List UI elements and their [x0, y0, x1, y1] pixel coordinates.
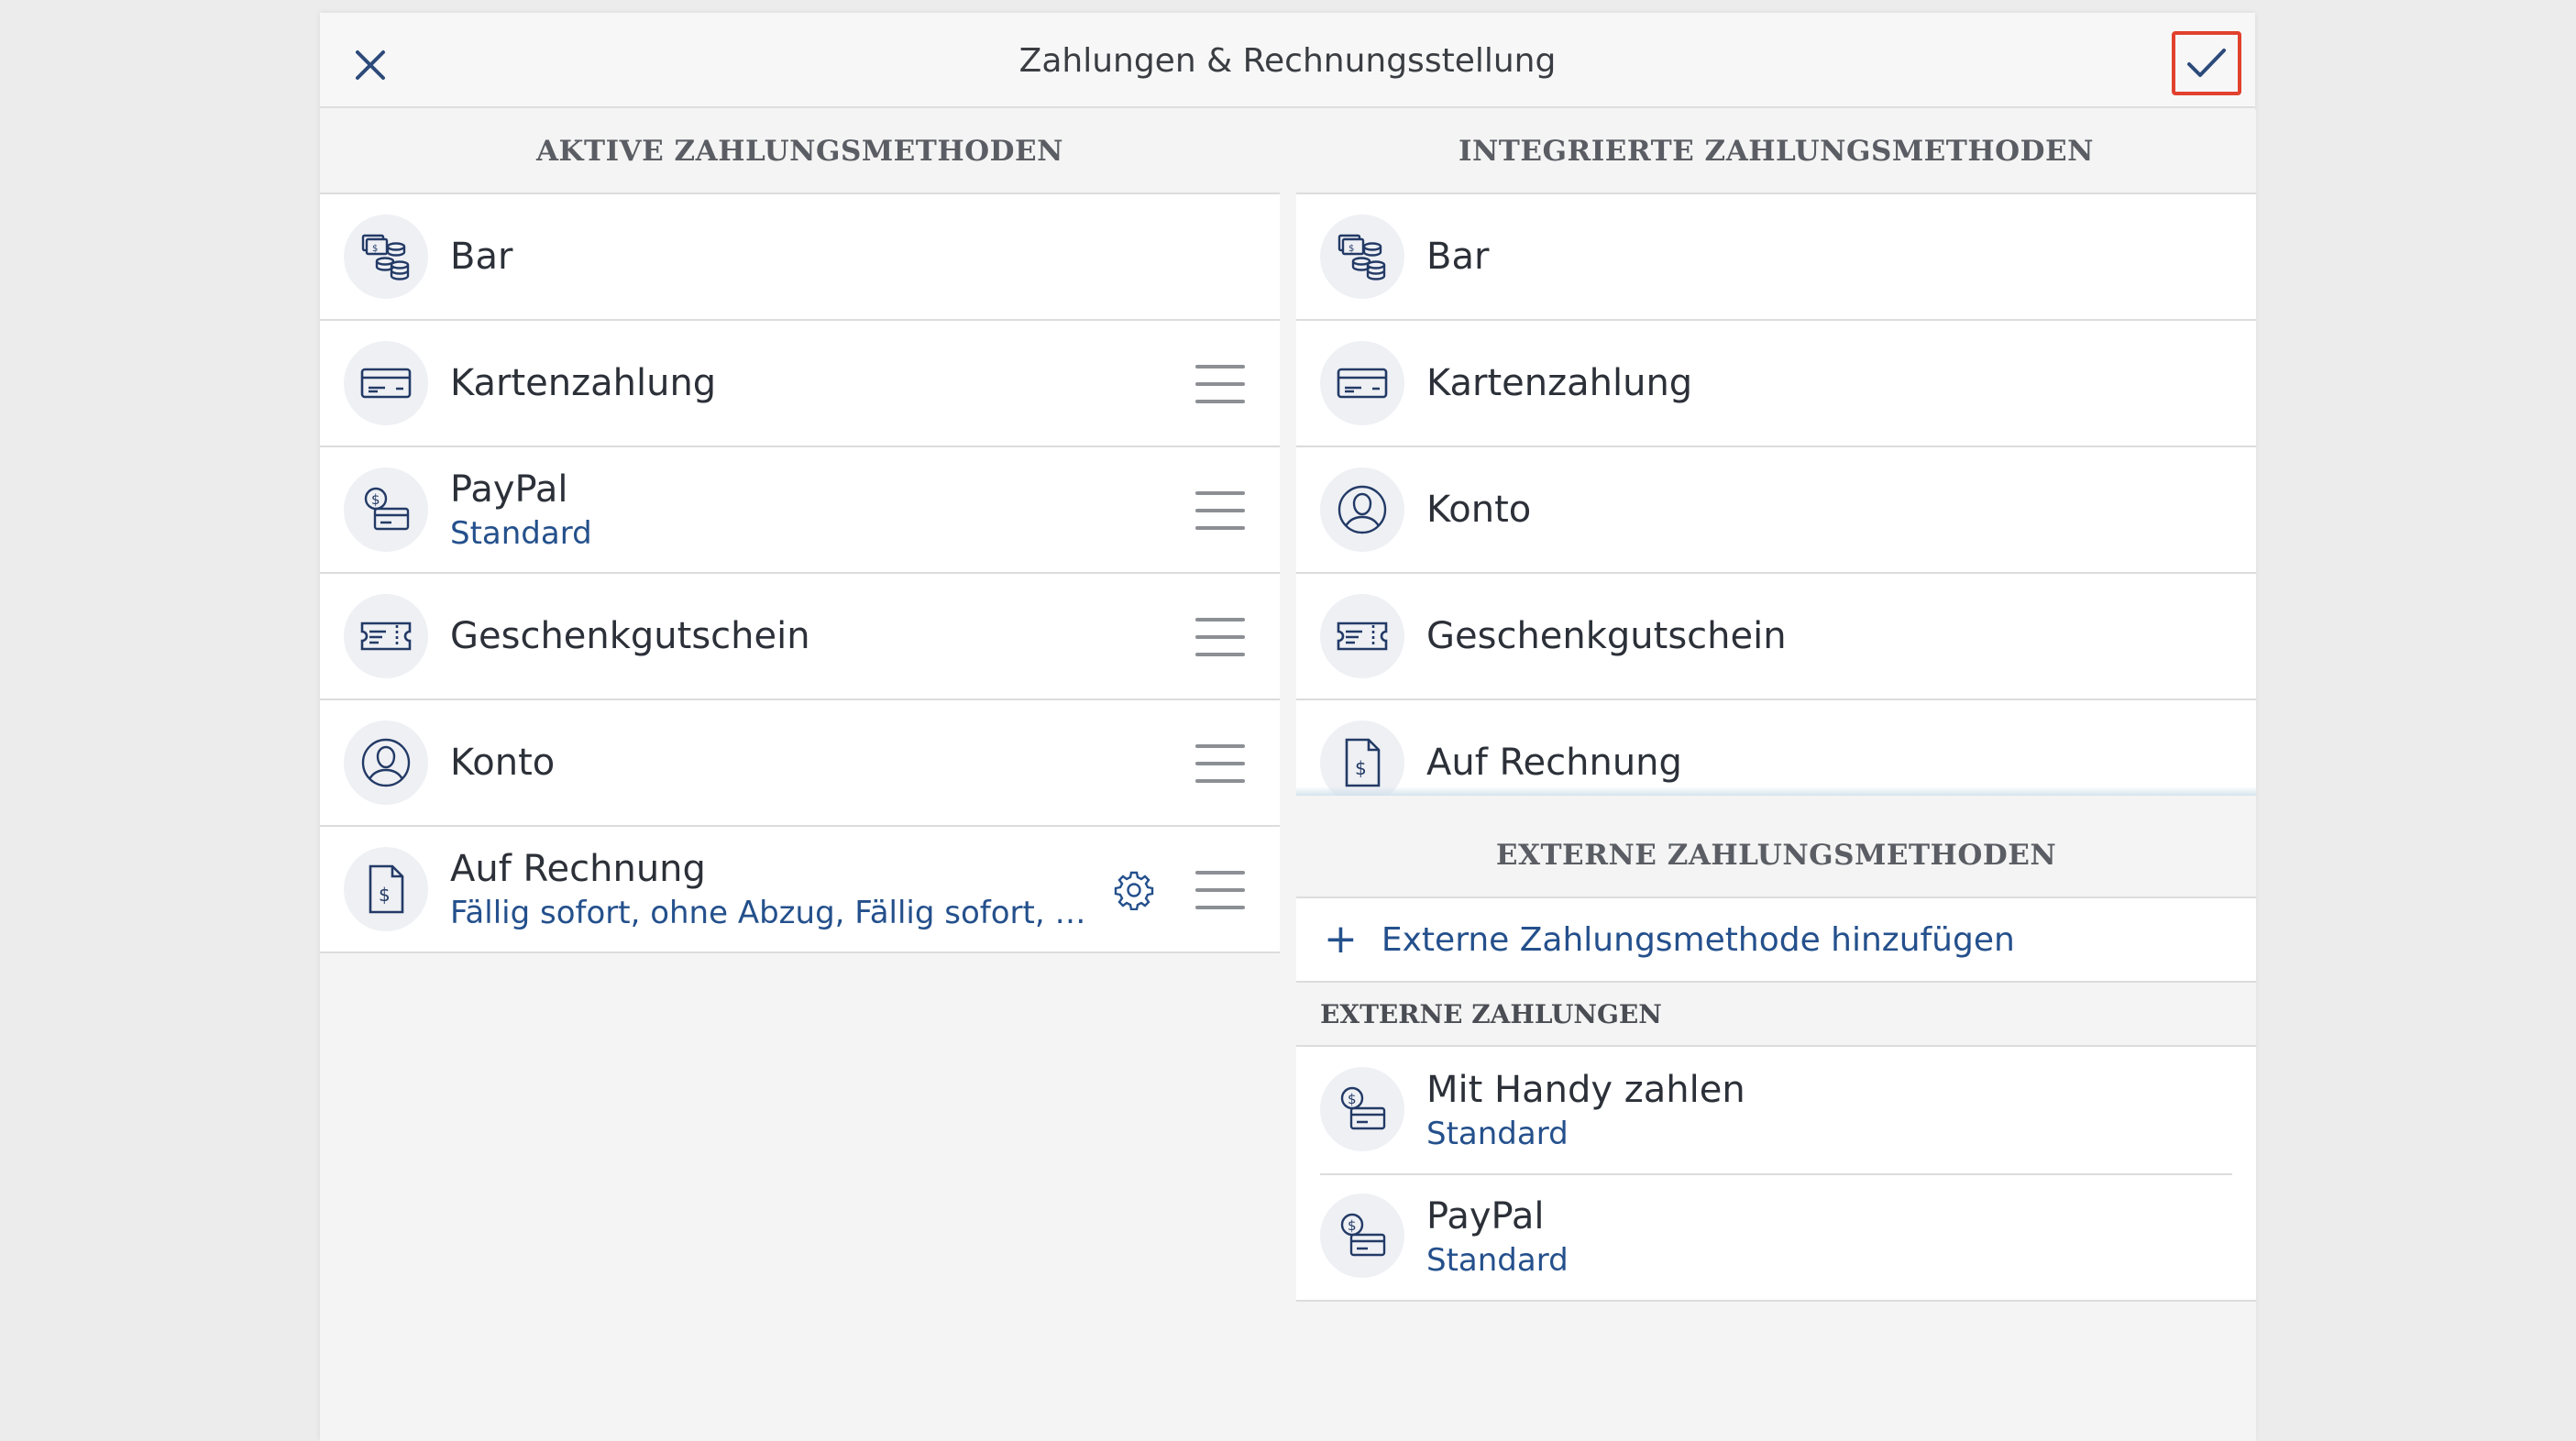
close-button[interactable] — [338, 33, 402, 97]
drag-handle-icon[interactable] — [1195, 871, 1245, 909]
person-icon — [344, 720, 428, 805]
row-text: Auf Rechnung Fällig sofort, ohne Abzug, F… — [450, 827, 1087, 952]
voucher-icon — [1320, 594, 1404, 678]
row-text: Mit Handy zahlen Standard — [1426, 1047, 2146, 1173]
dollar-card-icon: $ — [1320, 1194, 1404, 1278]
method-title: Kartenzahlung — [1426, 362, 1693, 404]
confirm-button[interactable] — [2172, 31, 2241, 95]
add-external-method-label: Externe Zahlungsmethode hinzufügen — [1381, 920, 2015, 959]
dialog-header: Zahlungen & Rechnungsstellung — [320, 13, 2255, 108]
svg-text:$: $ — [1355, 757, 1367, 779]
method-title: PayPal — [1426, 1195, 1545, 1238]
row-text: Auf Rechnung — [1426, 700, 2146, 796]
close-icon — [352, 47, 389, 83]
active-method-auf-rechnung[interactable]: $ Auf Rechnung Fällig sofort, ohne Abzug,… — [320, 827, 1280, 953]
method-subtitle: Fällig sofort, ohne Abzug, Fällig sofort… — [450, 895, 1087, 931]
dollar-card-icon: $ — [1320, 1067, 1404, 1151]
method-title: Konto — [1426, 489, 1532, 531]
external-payments-header: EXTERNE ZAHLUNGEN — [1296, 983, 2256, 1047]
method-title: Bar — [450, 236, 513, 278]
drag-handle-icon[interactable] — [1195, 744, 1245, 783]
active-method-kartenzahlung[interactable]: Kartenzahlung — [320, 321, 1280, 447]
row-text: Geschenkgutschein — [1426, 574, 2146, 698]
row-text: Geschenkgutschein — [450, 574, 1096, 698]
drag-handle-icon[interactable] — [1195, 491, 1245, 530]
drag-handle-icon[interactable] — [1195, 365, 1245, 403]
row-text: Konto — [450, 700, 1096, 825]
integrated-method-auf-rechnung[interactable]: $ Auf Rechnung — [1296, 700, 2256, 796]
integrated-method-kartenzahlung[interactable]: Kartenzahlung — [1296, 321, 2256, 447]
external-payment-mit-handy-zahlen[interactable]: $ Mit Handy zahlen Standard — [1296, 1047, 2256, 1173]
available-methods-panel: INTEGRIERTE ZAHLUNGSMETHODEN $ Bar Karte… — [1296, 110, 2256, 1441]
gear-icon[interactable] — [1113, 869, 1155, 911]
drag-handle-icon[interactable] — [1195, 618, 1245, 656]
row-text: Bar — [450, 194, 1096, 319]
integrated-methods-header: INTEGRIERTE ZAHLUNGSMETHODEN — [1296, 110, 2256, 194]
row-text: PayPal Standard — [1426, 1173, 2146, 1300]
dialog-title: Zahlungen & Rechnungsstellung — [1018, 41, 1557, 80]
svg-text:$: $ — [1349, 244, 1354, 254]
invoice-icon: $ — [1320, 720, 1404, 796]
active-method-bar[interactable]: $ Bar — [320, 194, 1280, 321]
cash-icon: $ — [344, 214, 428, 299]
row-text: Kartenzahlung — [1426, 321, 2146, 446]
integrated-methods-list[interactable]: $ Bar Kartenzahlung Konto Geschenkgutsch… — [1296, 194, 2256, 796]
method-title: PayPal — [450, 468, 568, 511]
method-title: Kartenzahlung — [450, 362, 717, 404]
checkmark-icon — [2185, 45, 2228, 82]
integrated-method-bar[interactable]: $ Bar — [1296, 194, 2256, 321]
plus-icon: + — [1324, 916, 1358, 962]
method-title: Konto — [450, 742, 556, 784]
integrated-method-konto[interactable]: Konto — [1296, 447, 2256, 574]
person-icon — [1320, 468, 1404, 552]
external-payment-paypal[interactable]: $ PayPal Standard — [1296, 1173, 2256, 1300]
add-external-method-button[interactable]: + Externe Zahlungsmethode hinzufügen — [1296, 898, 2256, 983]
active-methods-panel: AKTIVE ZAHLUNGSMETHODEN $ Bar Kartenzahl… — [320, 110, 1280, 1441]
svg-text:$: $ — [372, 244, 378, 254]
cash-icon: $ — [1320, 214, 1404, 299]
method-title: Auf Rechnung — [450, 848, 706, 890]
method-title: Mit Handy zahlen — [1426, 1069, 1745, 1111]
method-title: Geschenkgutschein — [1426, 615, 1787, 657]
dollar-card-icon: $ — [344, 468, 428, 552]
row-text: PayPal Standard — [450, 447, 1096, 572]
row-text: Bar — [1426, 194, 2146, 319]
method-subtitle: Standard — [1426, 1242, 1569, 1279]
svg-text:$: $ — [1348, 1091, 1357, 1107]
method-title: Bar — [1426, 236, 1490, 278]
card-icon — [1320, 341, 1404, 425]
svg-text:$: $ — [379, 884, 391, 906]
svg-text:$: $ — [1348, 1217, 1357, 1234]
active-method-paypal[interactable]: $ PayPal Standard — [320, 447, 1280, 574]
active-method-konto[interactable]: Konto — [320, 700, 1280, 827]
method-subtitle: Standard — [450, 515, 592, 552]
active-methods-list: $ Bar Kartenzahlung $ PayPal Standard Ges… — [320, 194, 1280, 953]
payments-dialog: Zahlungen & Rechnungsstellung AKTIVE ZAH… — [320, 13, 2256, 1441]
card-icon — [344, 341, 428, 425]
invoice-icon: $ — [344, 847, 428, 931]
active-method-geschenkgutschein[interactable]: Geschenkgutschein — [320, 574, 1280, 700]
section-divider — [1296, 796, 2256, 814]
integrated-method-geschenkgutschein[interactable]: Geschenkgutschein — [1296, 574, 2256, 700]
active-methods-header: AKTIVE ZAHLUNGSMETHODEN — [320, 110, 1280, 194]
method-subtitle: Standard — [1426, 1116, 1569, 1152]
method-title: Auf Rechnung — [1426, 742, 1682, 784]
row-text: Kartenzahlung — [450, 321, 1096, 446]
voucher-icon — [344, 594, 428, 678]
svg-text:$: $ — [371, 491, 380, 508]
external-methods-header: EXTERNE ZAHLUNGSMETHODEN — [1296, 814, 2256, 898]
row-text: Konto — [1426, 447, 2146, 572]
external-payments-list: $ Mit Handy zahlen Standard $ PayPal Stand… — [1296, 1047, 2256, 1302]
method-title: Geschenkgutschein — [450, 615, 810, 657]
